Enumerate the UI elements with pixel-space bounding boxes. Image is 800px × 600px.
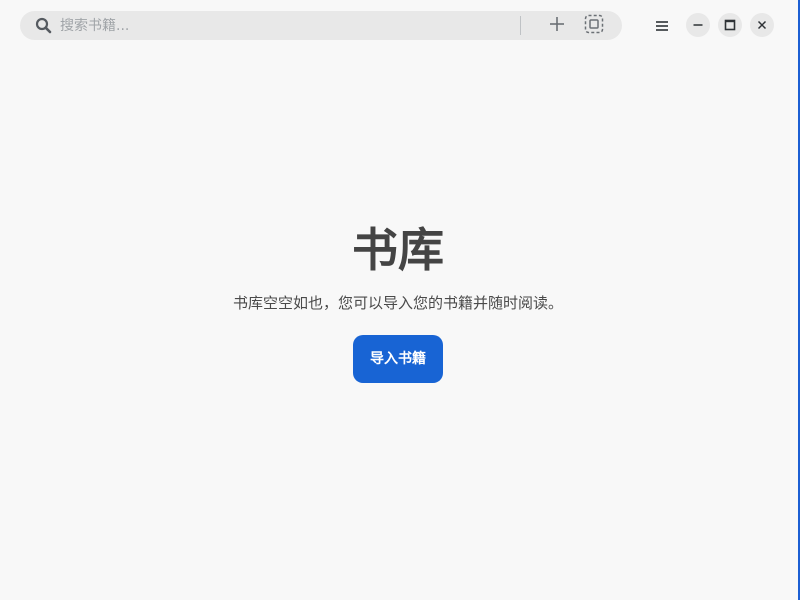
select-mode-button[interactable] bbox=[581, 13, 606, 38]
close-icon bbox=[756, 16, 768, 35]
selection-icon bbox=[584, 14, 604, 38]
plus-icon bbox=[548, 15, 566, 37]
close-button[interactable] bbox=[750, 13, 774, 37]
main-menu-button[interactable] bbox=[648, 12, 676, 40]
search-input[interactable] bbox=[58, 14, 500, 37]
library-title: 书库 bbox=[352, 223, 444, 277]
search-icon bbox=[35, 17, 52, 34]
header-bar bbox=[0, 0, 800, 50]
empty-library-state: 书库 书库空空如也，您可以导入您的书籍并随时阅读。 导入书籍 bbox=[0, 210, 796, 383]
import-books-button[interactable]: 导入书籍 bbox=[353, 335, 443, 383]
search-separator bbox=[520, 16, 521, 35]
library-window: 书库 书库空空如也，您可以导入您的书籍并随时阅读。 导入书籍 bbox=[0, 0, 800, 600]
add-book-button[interactable] bbox=[544, 13, 569, 38]
maximize-button[interactable] bbox=[718, 13, 742, 37]
hamburger-menu-icon bbox=[655, 17, 669, 36]
minimize-icon bbox=[692, 16, 704, 35]
empty-library-message: 书库空空如也，您可以导入您的书籍并随时阅读。 bbox=[232, 294, 563, 312]
minimize-button[interactable] bbox=[686, 13, 710, 37]
maximize-icon bbox=[724, 16, 736, 35]
search-bar bbox=[20, 11, 622, 40]
